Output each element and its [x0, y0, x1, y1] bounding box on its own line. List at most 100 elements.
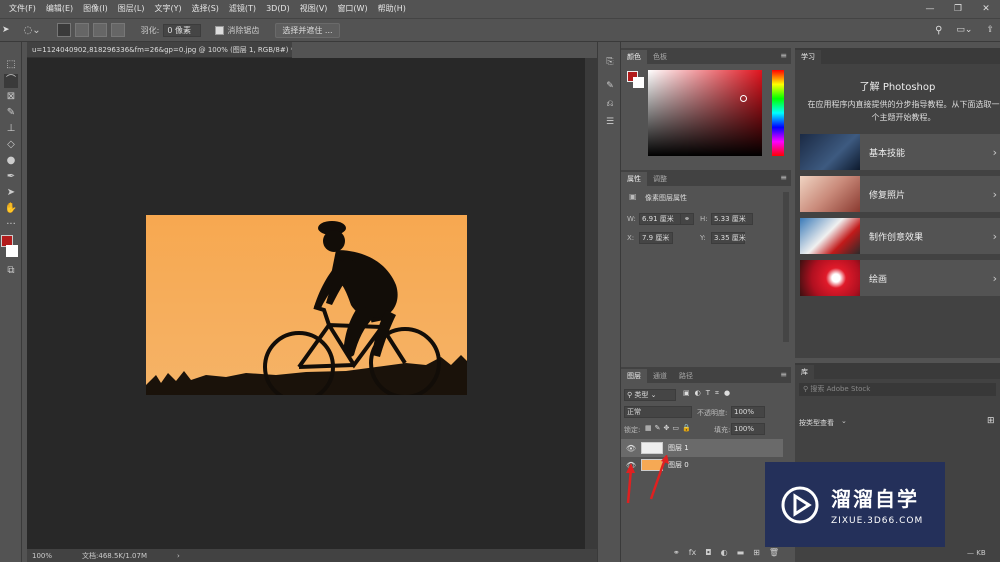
learn-item-label: 制作创意效果 [869, 232, 924, 243]
background-color-swatch[interactable] [6, 245, 18, 257]
adjustment-layer-icon[interactable]: ◐ [721, 548, 728, 557]
link-layers-icon[interactable]: ⚭ [673, 548, 680, 557]
close-button[interactable]: ✕ [972, 0, 1000, 18]
tab-learn[interactable]: 学习 [795, 50, 821, 64]
hue-slider[interactable] [772, 70, 784, 156]
tab-color[interactable]: 颜色 [621, 50, 647, 64]
tab-adjustments[interactable]: 调整 [647, 172, 673, 186]
color-field[interactable] [648, 70, 762, 156]
hand-tool-icon[interactable]: ✋ [4, 202, 18, 216]
move-tool-icon[interactable]: ➤ [2, 25, 10, 35]
character-icon[interactable]: ⎌ [604, 98, 616, 110]
add-selection-button[interactable] [74, 23, 89, 37]
height-input[interactable]: 5.33 厘米 [711, 213, 753, 225]
maximize-button[interactable]: ❐ [944, 0, 972, 18]
grid-view-icon[interactable]: ⊞ [987, 416, 995, 426]
menu-window[interactable]: 窗口(W) [332, 0, 372, 18]
brush-settings-icon[interactable]: ✎ [604, 80, 616, 92]
feather-input[interactable]: 0 像素 [163, 23, 202, 37]
folder-icon[interactable]: ▬ [737, 548, 745, 557]
tab-paths[interactable]: 路径 [673, 369, 699, 383]
menu-file[interactable]: 文件(F) [4, 0, 41, 18]
menu-filter[interactable]: 滤镜(T) [224, 0, 261, 18]
menu-type[interactable]: 文字(Y) [149, 0, 186, 18]
antialias-label: 消除锯齿 [227, 25, 260, 35]
layer-name[interactable]: 图层 1 [668, 443, 689, 453]
document-tab[interactable]: u=1124040902,818296336&fm=26&gp=0.jpg @ … [27, 42, 292, 58]
layer-filter-select[interactable]: ⚲ 类型 ⌄ [624, 389, 676, 401]
tab-library[interactable]: 库 [795, 365, 814, 379]
tab-layers[interactable]: 图层 [621, 369, 647, 383]
link-icon[interactable]: ⚭ [680, 213, 694, 225]
learn-item-basic-skills[interactable]: 基本技能 › [800, 134, 1000, 170]
stamp-tool-icon[interactable]: ⊥ [4, 122, 18, 136]
lock-icons[interactable]: ▦✎✥▭🔒 [645, 424, 694, 432]
menu-edit[interactable]: 编辑(E) [41, 0, 78, 18]
status-menu-arrow[interactable]: › [177, 552, 180, 560]
properties-title: 像素图层属性 [645, 194, 687, 202]
new-layer-icon[interactable]: ⊞ [753, 548, 760, 557]
subtract-selection-button[interactable] [92, 23, 107, 37]
learn-item-painting[interactable]: 绘画 › [800, 260, 1000, 296]
bg-color-swatch[interactable] [633, 77, 644, 88]
fx-icon[interactable]: fx [689, 548, 697, 557]
antialias-checkbox[interactable]: 消除锯齿 [215, 25, 259, 36]
library-search-input[interactable]: ⚲ 搜索 Adobe Stock [799, 383, 996, 396]
blend-mode-select[interactable]: 正常 [624, 406, 692, 418]
new-selection-button[interactable] [56, 23, 71, 37]
lasso-preset-icon[interactable]: ◌⌄ [24, 25, 41, 36]
eraser-tool-icon[interactable]: ◇ [4, 138, 18, 152]
properties-scrollbar[interactable] [783, 192, 789, 342]
fill-input[interactable]: 100% [731, 423, 765, 435]
panel-icon-strip: ⎘ ✎ ⎌ ☰ [597, 42, 621, 562]
learn-item-creative[interactable]: 制作创意效果 › [800, 218, 1000, 254]
screen-mode-icon[interactable]: ⧉ [4, 264, 18, 278]
panel-menu-icon[interactable]: ≡ [780, 173, 787, 182]
panel-menu-icon[interactable]: ≡ [780, 370, 787, 379]
workspace-icon[interactable]: ▭⌄ [956, 25, 972, 35]
tutorial-thumbnail [800, 134, 860, 170]
lasso-tool-icon[interactable]: ⌒ [4, 74, 18, 88]
properties-panel: 属性 调整 ≡ ▣ 像素图层属性 W: 6.91 厘米 ⚭ H: 5.33 厘米… [621, 170, 791, 363]
learn-item-fix-photo[interactable]: 修复照片 › [800, 176, 1000, 212]
eyedropper-tool-icon[interactable]: ✎ [4, 106, 18, 120]
crop-tool-icon[interactable]: ⊠ [4, 90, 18, 104]
share-icon[interactable]: ⇪ [986, 25, 994, 35]
menu-help[interactable]: 帮助(H) [373, 0, 411, 18]
vertical-scrollbar[interactable] [585, 58, 597, 549]
adjustments-icon[interactable]: ☰ [604, 116, 616, 128]
select-and-mask-button[interactable]: 选择并遮住 ... [275, 22, 340, 38]
mask-icon[interactable]: ◘ [705, 548, 711, 557]
zoom-level[interactable]: 100% [32, 552, 52, 560]
blur-tool-icon[interactable]: ● [4, 154, 18, 168]
menu-view[interactable]: 视图(V) [295, 0, 333, 18]
window-controls: — ❐ ✕ [916, 0, 1000, 18]
tab-channels[interactable]: 通道 [647, 369, 673, 383]
document-image[interactable] [146, 215, 467, 395]
menu-image[interactable]: 图像(I) [78, 0, 113, 18]
pen-tool-icon[interactable]: ✒ [4, 170, 18, 184]
marquee-tool-icon[interactable]: ⬚ [4, 58, 18, 72]
tab-properties[interactable]: 属性 [621, 172, 647, 186]
chevron-down-icon[interactable]: ⌄ [841, 417, 847, 425]
trash-icon[interactable]: 🗑 [769, 548, 779, 557]
chevron-right-icon: › [992, 271, 997, 285]
panel-menu-icon[interactable]: ≡ [780, 51, 787, 60]
layer-filter-icons[interactable]: ▣◐T⌗● [683, 389, 735, 398]
view-by-type-label[interactable]: 按类型查看 [799, 418, 834, 428]
menu-layer[interactable]: 图层(L) [113, 0, 150, 18]
minimize-button[interactable]: — [916, 0, 944, 18]
intersect-selection-button[interactable] [110, 23, 125, 37]
history-icon[interactable]: ⎘ [604, 56, 616, 68]
search-icon[interactable]: ⚲ [935, 25, 942, 36]
tab-swatches[interactable]: 色板 [647, 50, 673, 64]
width-input[interactable]: 6.91 厘米 [639, 213, 681, 225]
menu-select[interactable]: 选择(S) [187, 0, 224, 18]
opacity-input[interactable]: 100% [731, 406, 765, 418]
y-input[interactable]: 3.35 厘米 [711, 232, 746, 244]
x-input[interactable]: 7.9 厘米 [639, 232, 673, 244]
menu-3d[interactable]: 3D(D) [261, 0, 295, 18]
visibility-eye-icon[interactable]: 👁 [625, 444, 637, 453]
path-select-tool-icon[interactable]: ➤ [4, 186, 18, 200]
more-tools-icon[interactable]: ··· [4, 218, 18, 232]
